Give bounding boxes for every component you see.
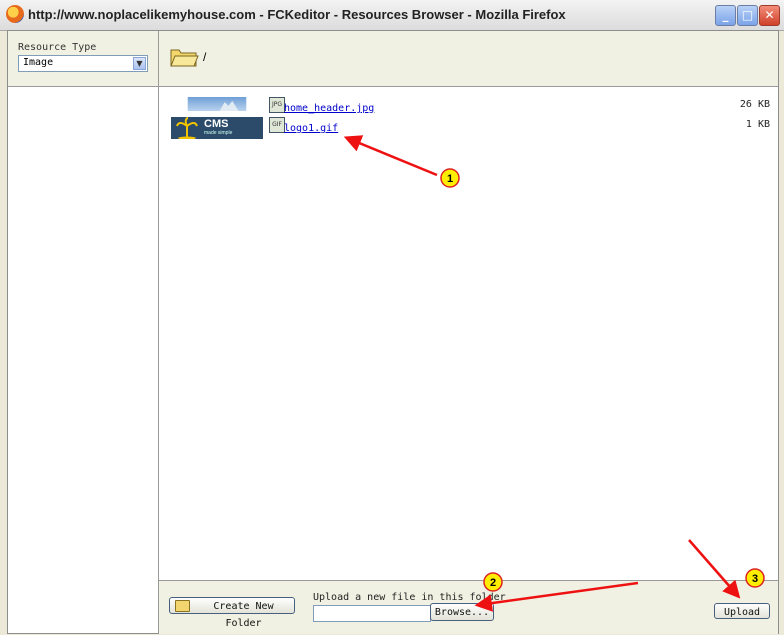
folder-icon bbox=[175, 600, 190, 612]
file-row: JPG home_header.jpg 26 KB bbox=[159, 97, 778, 119]
file-row: CMS made simple GIF logo1.gif 1 KB bbox=[159, 117, 778, 139]
file-size: 1 KB bbox=[745, 119, 770, 130]
open-folder-icon[interactable] bbox=[169, 45, 199, 69]
upload-file-input[interactable] bbox=[313, 605, 431, 622]
logo-subtext: made simple bbox=[204, 130, 233, 136]
close-button[interactable]: ✕ bbox=[759, 5, 780, 26]
resource-type-value: Image bbox=[23, 57, 54, 68]
folder-tree-panel bbox=[8, 87, 159, 580]
maximize-button[interactable]: □ bbox=[737, 5, 758, 26]
left-footer-panel bbox=[8, 580, 159, 633]
upload-caption: Upload a new file in this folder bbox=[313, 592, 506, 603]
file-size: 26 KB bbox=[739, 99, 770, 110]
image-file-icon: JPG bbox=[269, 97, 285, 113]
file-name-link[interactable]: logo1.gif bbox=[284, 123, 338, 134]
file-name-link[interactable]: home_header.jpg bbox=[284, 103, 374, 114]
resources-browser: Resource Type Image ▼ / JPG home_header.… bbox=[7, 30, 779, 634]
firefox-icon bbox=[6, 5, 24, 23]
current-path-bar: / bbox=[159, 31, 778, 87]
browse-button[interactable]: Browse... bbox=[430, 603, 494, 621]
palm-tree-icon bbox=[176, 117, 198, 139]
upload-button[interactable]: Upload bbox=[714, 603, 770, 619]
minimize-button[interactable]: _ bbox=[715, 5, 736, 26]
resource-type-panel: Resource Type Image ▼ bbox=[8, 31, 159, 87]
window-titlebar: http://www.noplacelikemyhouse.com - FCKe… bbox=[0, 0, 784, 31]
current-path: / bbox=[203, 50, 207, 64]
file-thumbnail[interactable] bbox=[171, 97, 263, 111]
upload-toolbar: Create New Folder Upload a new file in t… bbox=[159, 580, 778, 634]
create-new-folder-button[interactable]: Create New Folder bbox=[169, 597, 295, 629]
create-new-folder-label: Create New Folder bbox=[213, 601, 274, 629]
file-thumbnail[interactable]: CMS made simple bbox=[171, 117, 263, 139]
logo-text: CMS bbox=[204, 118, 229, 130]
window-title: http://www.noplacelikemyhouse.com - FCKe… bbox=[28, 7, 566, 22]
resource-type-select[interactable]: Image ▼ bbox=[18, 55, 148, 72]
chevron-down-icon[interactable]: ▼ bbox=[133, 57, 146, 70]
resource-type-label: Resource Type bbox=[18, 42, 97, 53]
file-list: JPG home_header.jpg 26 KB CMS made simpl… bbox=[159, 87, 778, 580]
image-file-icon: GIF bbox=[269, 117, 285, 133]
